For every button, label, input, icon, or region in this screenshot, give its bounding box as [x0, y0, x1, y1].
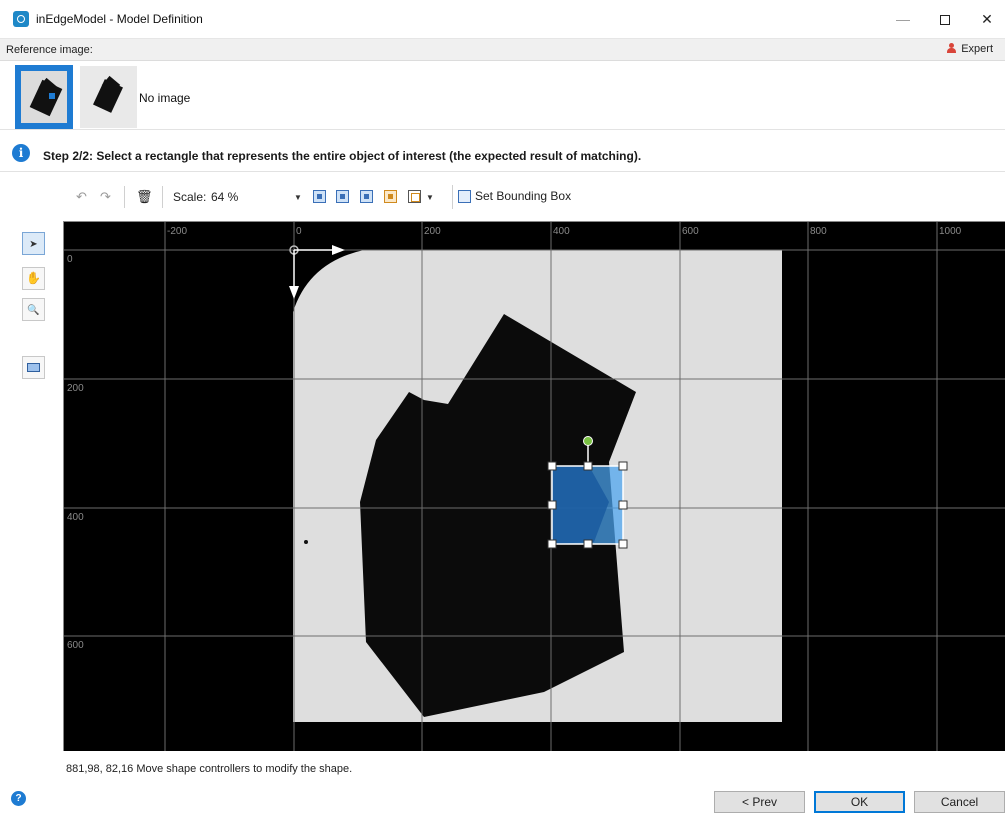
toolbar-separator	[124, 186, 125, 208]
no-image-text: No image	[139, 91, 191, 105]
app-icon	[13, 11, 29, 27]
y-tick-label: 600	[67, 640, 84, 651]
y-tick-label: 0	[67, 254, 73, 265]
zoom-tool[interactable]: 🔍	[22, 298, 45, 321]
prev-button[interactable]: < Prev	[714, 791, 805, 813]
x-tick-label: 400	[553, 226, 570, 237]
x-tick-label: 800	[810, 226, 827, 237]
divider	[0, 171, 1005, 172]
x-tick-label: 200	[424, 226, 441, 237]
undo-icon[interactable]: ↶	[76, 189, 87, 205]
step-text: Step 2/2: Select a rectangle that repres…	[43, 149, 642, 163]
reference-thumbnails: No image	[0, 61, 1005, 130]
rectangle-tool[interactable]	[22, 356, 45, 379]
cancel-button[interactable]: Cancel	[914, 791, 1005, 813]
toolbar-separator	[162, 186, 163, 208]
x-tick-label: -200	[167, 226, 187, 237]
info-icon: i	[12, 144, 30, 162]
image-canvas[interactable]: -200 0 200 400 600 800 1000 0 200 400 60…	[63, 221, 1005, 751]
pointer-icon: ➤	[29, 239, 38, 250]
expert-label: Expert	[961, 43, 993, 55]
canvas-svg: -200 0 200 400 600 800 1000 0 200 400 60…	[64, 222, 1005, 751]
delete-icon[interactable]: 🗑	[136, 189, 153, 205]
y-tick-label: 200	[67, 383, 84, 394]
x-tick-label: 600	[682, 226, 699, 237]
rectangle-icon	[27, 363, 40, 373]
rotation-handle	[583, 436, 593, 446]
reference-image-label: Reference image:	[6, 44, 93, 56]
view-options-icon[interactable]	[408, 190, 421, 203]
set-bounding-box-button[interactable]: Set Bounding Box	[452, 185, 576, 209]
user-icon	[947, 43, 957, 53]
resize-handle	[618, 461, 628, 471]
resize-handle	[547, 539, 557, 549]
chevron-down-icon[interactable]: ▼	[426, 193, 434, 202]
pointer-tool[interactable]: ➤	[22, 232, 45, 255]
thumbnail-image	[21, 71, 67, 123]
chevron-down-icon[interactable]: ▼	[294, 193, 302, 202]
resize-handle	[547, 500, 557, 510]
resize-handle	[583, 461, 593, 471]
set-bounding-box-label: Set Bounding Box	[475, 189, 572, 203]
scale-select[interactable]: 64 %	[211, 190, 296, 204]
reference-bar: Reference image: Expert	[0, 39, 1005, 61]
hand-icon: ✋	[26, 271, 41, 285]
redo-icon[interactable]: ↷	[100, 189, 111, 205]
help-icon[interactable]: ?	[11, 791, 26, 806]
zoom-fit-icon[interactable]	[313, 190, 326, 203]
zoom-selection-icon[interactable]	[384, 190, 397, 203]
x-tick-label: 1000	[939, 226, 962, 237]
minimize-button[interactable]: —	[888, 6, 918, 32]
ok-button[interactable]: OK	[814, 791, 905, 813]
expert-mode-button[interactable]: Expert	[947, 43, 993, 55]
zoom-actual-icon[interactable]	[336, 190, 349, 203]
close-button[interactable]: ✕	[972, 6, 1002, 32]
resize-handle	[618, 539, 628, 549]
zoom-width-icon[interactable]	[360, 190, 373, 203]
resize-handle	[618, 500, 628, 510]
x-tick-label: 0	[296, 226, 302, 237]
window-title: inEdgeModel - Model Definition	[36, 12, 203, 26]
reference-thumbnail-selected[interactable]	[15, 65, 73, 129]
y-tick-label: 400	[67, 512, 84, 523]
dust-speck	[304, 540, 308, 544]
maximize-icon	[940, 15, 950, 26]
status-text: 881,98, 82,16 Move shape controllers to …	[66, 763, 353, 775]
title-bar: inEdgeModel - Model Definition — ✕	[0, 0, 1005, 39]
magnifier-icon: 🔍	[27, 305, 40, 316]
resize-handle	[583, 539, 593, 549]
maximize-button[interactable]	[930, 6, 960, 32]
reference-thumbnail[interactable]	[80, 66, 137, 128]
scale-label: Scale:	[173, 190, 207, 204]
step-instruction: i Step 2/2: Select a rectangle that repr…	[0, 137, 1005, 173]
bounding-box-icon	[458, 190, 471, 203]
editor-toolbar: ↶ ↷ 🗑 Scale: 64 % ▼ ▼ Set Bounding Box	[66, 183, 586, 211]
resize-handle	[547, 461, 557, 471]
pan-tool[interactable]: ✋	[22, 267, 45, 290]
